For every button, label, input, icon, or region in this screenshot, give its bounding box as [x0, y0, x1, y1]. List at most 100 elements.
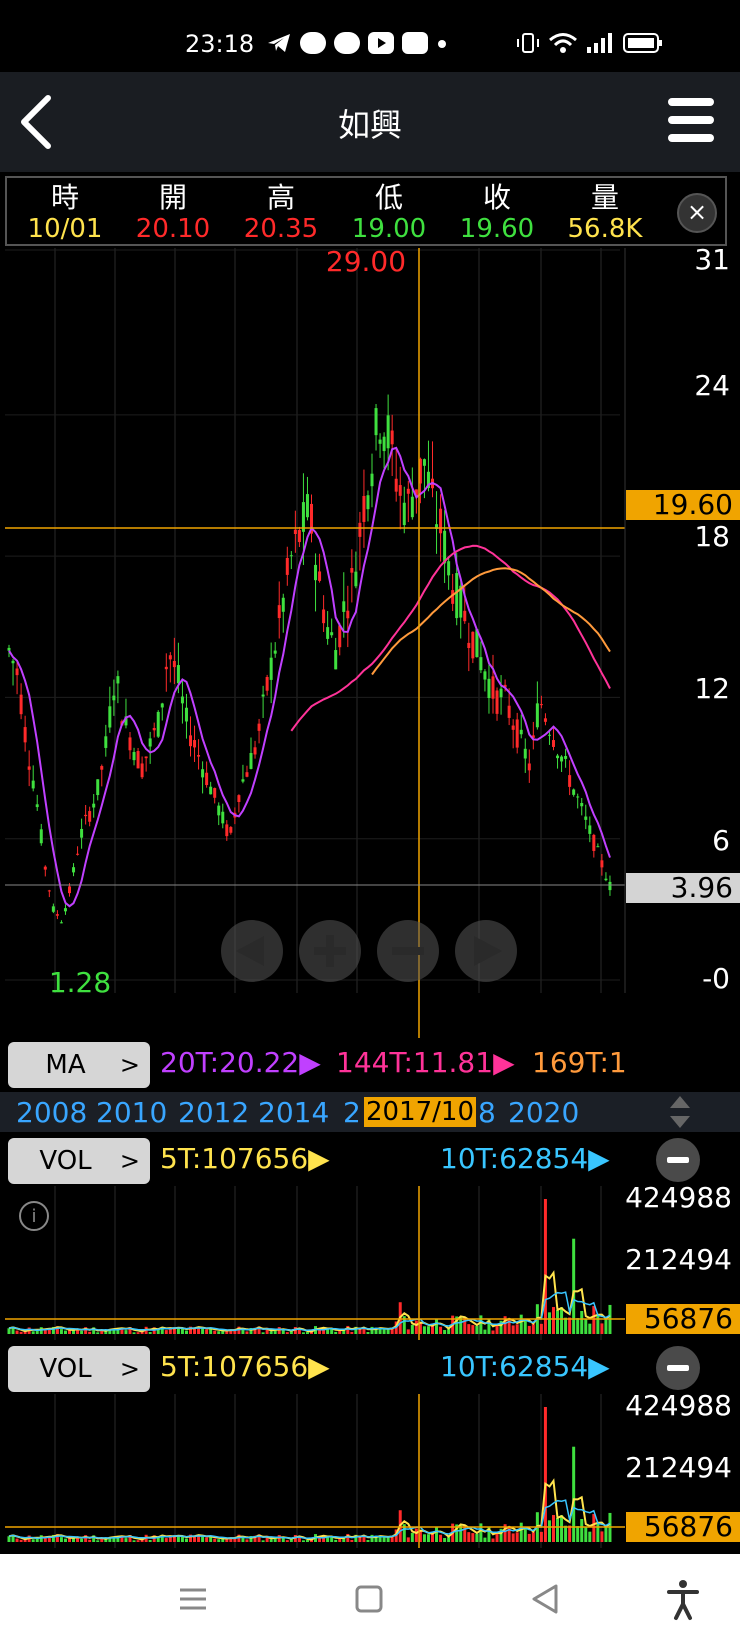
- candle-body: [31, 780, 35, 789]
- candle-body: [72, 867, 76, 873]
- menu-button[interactable]: [666, 96, 716, 146]
- volume-chart[interactable]: i 424988 212494 56876: [0, 1186, 740, 1340]
- zoom-in-button[interactable]: [299, 920, 361, 982]
- volume-bar: [148, 1540, 152, 1542]
- candle-body: [249, 752, 253, 769]
- candle-body: [592, 834, 596, 851]
- volume-bar: [467, 1324, 471, 1334]
- volume-bar: [580, 1519, 584, 1542]
- ohlc-label: 時: [50, 181, 79, 214]
- volume-bar: [511, 1533, 515, 1542]
- candle-body: [394, 478, 398, 492]
- volume-bar: [43, 1330, 47, 1334]
- candle-body: [265, 677, 269, 691]
- volume-bar: [378, 1328, 382, 1334]
- candle-body: [176, 665, 180, 684]
- volume-bar: [164, 1330, 168, 1334]
- vol-ma10-value: 10T:62854▶: [440, 1350, 610, 1383]
- volume-bar: [596, 1314, 600, 1334]
- candle-body: [43, 866, 47, 870]
- volume-bar: [547, 1520, 551, 1542]
- volume-bar: [580, 1311, 584, 1334]
- candle-body: [608, 881, 612, 891]
- volume-bar: [519, 1522, 523, 1542]
- volume-bar: [471, 1325, 475, 1334]
- menu-bar: [668, 134, 714, 142]
- volume-bar: [463, 1525, 467, 1542]
- volume-bar: [285, 1540, 289, 1542]
- ohlc-high: 高 20.35: [227, 182, 335, 245]
- min-price-label: 1.28: [49, 966, 111, 999]
- volume-bar: [330, 1537, 334, 1542]
- price-tick: -0: [702, 962, 730, 995]
- home-button[interactable]: [346, 1576, 392, 1622]
- triangle-back-icon: [532, 1584, 558, 1614]
- candle-body: [59, 922, 63, 924]
- candle-body: [76, 853, 80, 855]
- candle-body: [15, 668, 19, 676]
- candle-body: [225, 824, 229, 837]
- menu-bar: [668, 116, 714, 124]
- volume-bar: [443, 1538, 447, 1542]
- volume-bar: [560, 1515, 564, 1542]
- volume-bar: [523, 1528, 527, 1542]
- candle-body: [487, 678, 491, 699]
- candle-body: [261, 694, 265, 697]
- recent-apps-button[interactable]: [170, 1576, 216, 1622]
- volume-bar: [136, 1540, 140, 1542]
- flag-icon: ▶: [299, 1046, 321, 1079]
- close-button[interactable]: ×: [677, 193, 717, 233]
- remove-panel-button[interactable]: [656, 1346, 700, 1390]
- chart-grid: [5, 248, 620, 993]
- candle-body: [374, 408, 378, 436]
- time-axis[interactable]: 2008 2010 2012 2014 2 2017/10 8 2020: [0, 1092, 740, 1132]
- volume-bar: [350, 1539, 354, 1542]
- candle-body: [499, 688, 503, 698]
- candle-body: [11, 660, 15, 664]
- info-button[interactable]: i: [19, 1201, 49, 1231]
- volume-bar: [370, 1326, 374, 1334]
- candle-body: [568, 775, 572, 787]
- price-chart[interactable]: 31 24 18 12 6 -0 19.60 3.96 29.00 1.28: [0, 248, 740, 1038]
- volume-bar: [132, 1540, 136, 1542]
- candle-body: [293, 529, 297, 535]
- volume-bar: [213, 1538, 217, 1542]
- ma169-value: 169T:1: [532, 1046, 627, 1079]
- candle-body: [358, 522, 362, 537]
- volume-bar: [527, 1325, 531, 1334]
- candle-body: [588, 825, 592, 834]
- volume-chart[interactable]: 424988 212494 56876: [0, 1394, 740, 1548]
- ma-selector-button[interactable]: MA >: [8, 1042, 150, 1088]
- candle-body: [564, 756, 568, 759]
- vol-ma5-line: [8, 1478, 611, 1541]
- ohlc-label: 收: [482, 181, 511, 214]
- candle-body: [164, 666, 168, 670]
- volume-bar: [560, 1307, 564, 1334]
- resize-handle-icon[interactable]: [668, 1094, 692, 1130]
- volume-bar: [426, 1534, 430, 1542]
- zoom-out-button[interactable]: [377, 920, 439, 982]
- volume-bar: [414, 1320, 418, 1334]
- volume-bar: [556, 1518, 560, 1542]
- candle-body: [92, 803, 96, 808]
- vol-selector-button[interactable]: VOL >: [8, 1346, 150, 1392]
- system-back-button[interactable]: [522, 1576, 568, 1622]
- vol-selector-button[interactable]: VOL >: [8, 1138, 150, 1184]
- accessibility-button[interactable]: [660, 1576, 706, 1622]
- volume-bar: [527, 1533, 531, 1542]
- volume-bar: [439, 1326, 443, 1334]
- candle-body: [100, 766, 104, 770]
- candle-body: [39, 829, 43, 844]
- scroll-right-button[interactable]: [455, 920, 517, 982]
- ma-row: MA > 20T:20.22▶ 144T:11.81▶ 169T:1: [0, 1038, 740, 1090]
- candle-body: [189, 735, 192, 747]
- vol-ma10-text: 10T:62854: [440, 1350, 589, 1383]
- scroll-left-button[interactable]: [221, 920, 283, 982]
- volume-bar: [80, 1330, 84, 1334]
- ma20-text: 20T:20.22: [160, 1046, 300, 1079]
- current-volume-label: 56876: [644, 1510, 733, 1543]
- volume-bar: [414, 1528, 418, 1542]
- remove-panel-button[interactable]: [656, 1138, 700, 1182]
- telegram-icon: [266, 32, 292, 54]
- volume-bar: [88, 1539, 92, 1542]
